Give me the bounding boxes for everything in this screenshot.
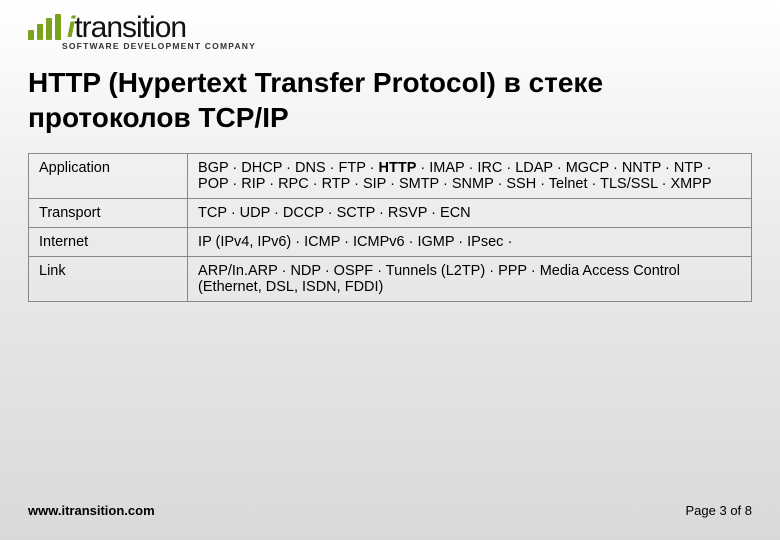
layer-cell: Application	[29, 154, 188, 199]
layer-cell: Transport	[29, 199, 188, 228]
protocol-table: ApplicationBGP · DHCP · DNS · FTP · HTTP…	[28, 153, 752, 302]
logo-text-rest: transition	[74, 11, 186, 44]
table-row: LinkARP/In.ARP · NDP · OSPF · Tunnels (L…	[29, 257, 752, 302]
protocol-table-body: ApplicationBGP · DHCP · DNS · FTP · HTTP…	[29, 154, 752, 302]
protocols-cell: TCP · UDP · DCCP · SCTP · RSVP · ECN	[188, 199, 752, 228]
logo-text: itransition	[67, 14, 186, 41]
protocols-cell: IP (IPv4, IPv6) · ICMP · ICMPv6 · IGMP ·…	[188, 228, 752, 257]
table-row: ApplicationBGP · DHCP · DNS · FTP · HTTP…	[29, 154, 752, 199]
slide: itransition SOFTWARE DEVELOPMENT COMPANY…	[0, 0, 780, 540]
page-title: HTTP (Hypertext Transfer Protocol) в сте…	[28, 65, 752, 135]
layer-cell: Internet	[29, 228, 188, 257]
footer-page: Page 3 of 8	[686, 503, 753, 518]
logo-tagline: SOFTWARE DEVELOPMENT COMPANY	[62, 41, 752, 51]
logo-bars-icon	[28, 14, 61, 40]
footer: www.itransition.com Page 3 of 8	[28, 503, 752, 518]
logo: itransition	[28, 14, 752, 41]
layer-cell: Link	[29, 257, 188, 302]
protocols-cell: BGP · DHCP · DNS · FTP · HTTP · IMAP · I…	[188, 154, 752, 199]
protocols-cell: ARP/In.ARP · NDP · OSPF · Tunnels (L2TP)…	[188, 257, 752, 302]
footer-url: www.itransition.com	[28, 503, 155, 518]
table-row: TransportTCP · UDP · DCCP · SCTP · RSVP …	[29, 199, 752, 228]
table-row: InternetIP (IPv4, IPv6) · ICMP · ICMPv6 …	[29, 228, 752, 257]
